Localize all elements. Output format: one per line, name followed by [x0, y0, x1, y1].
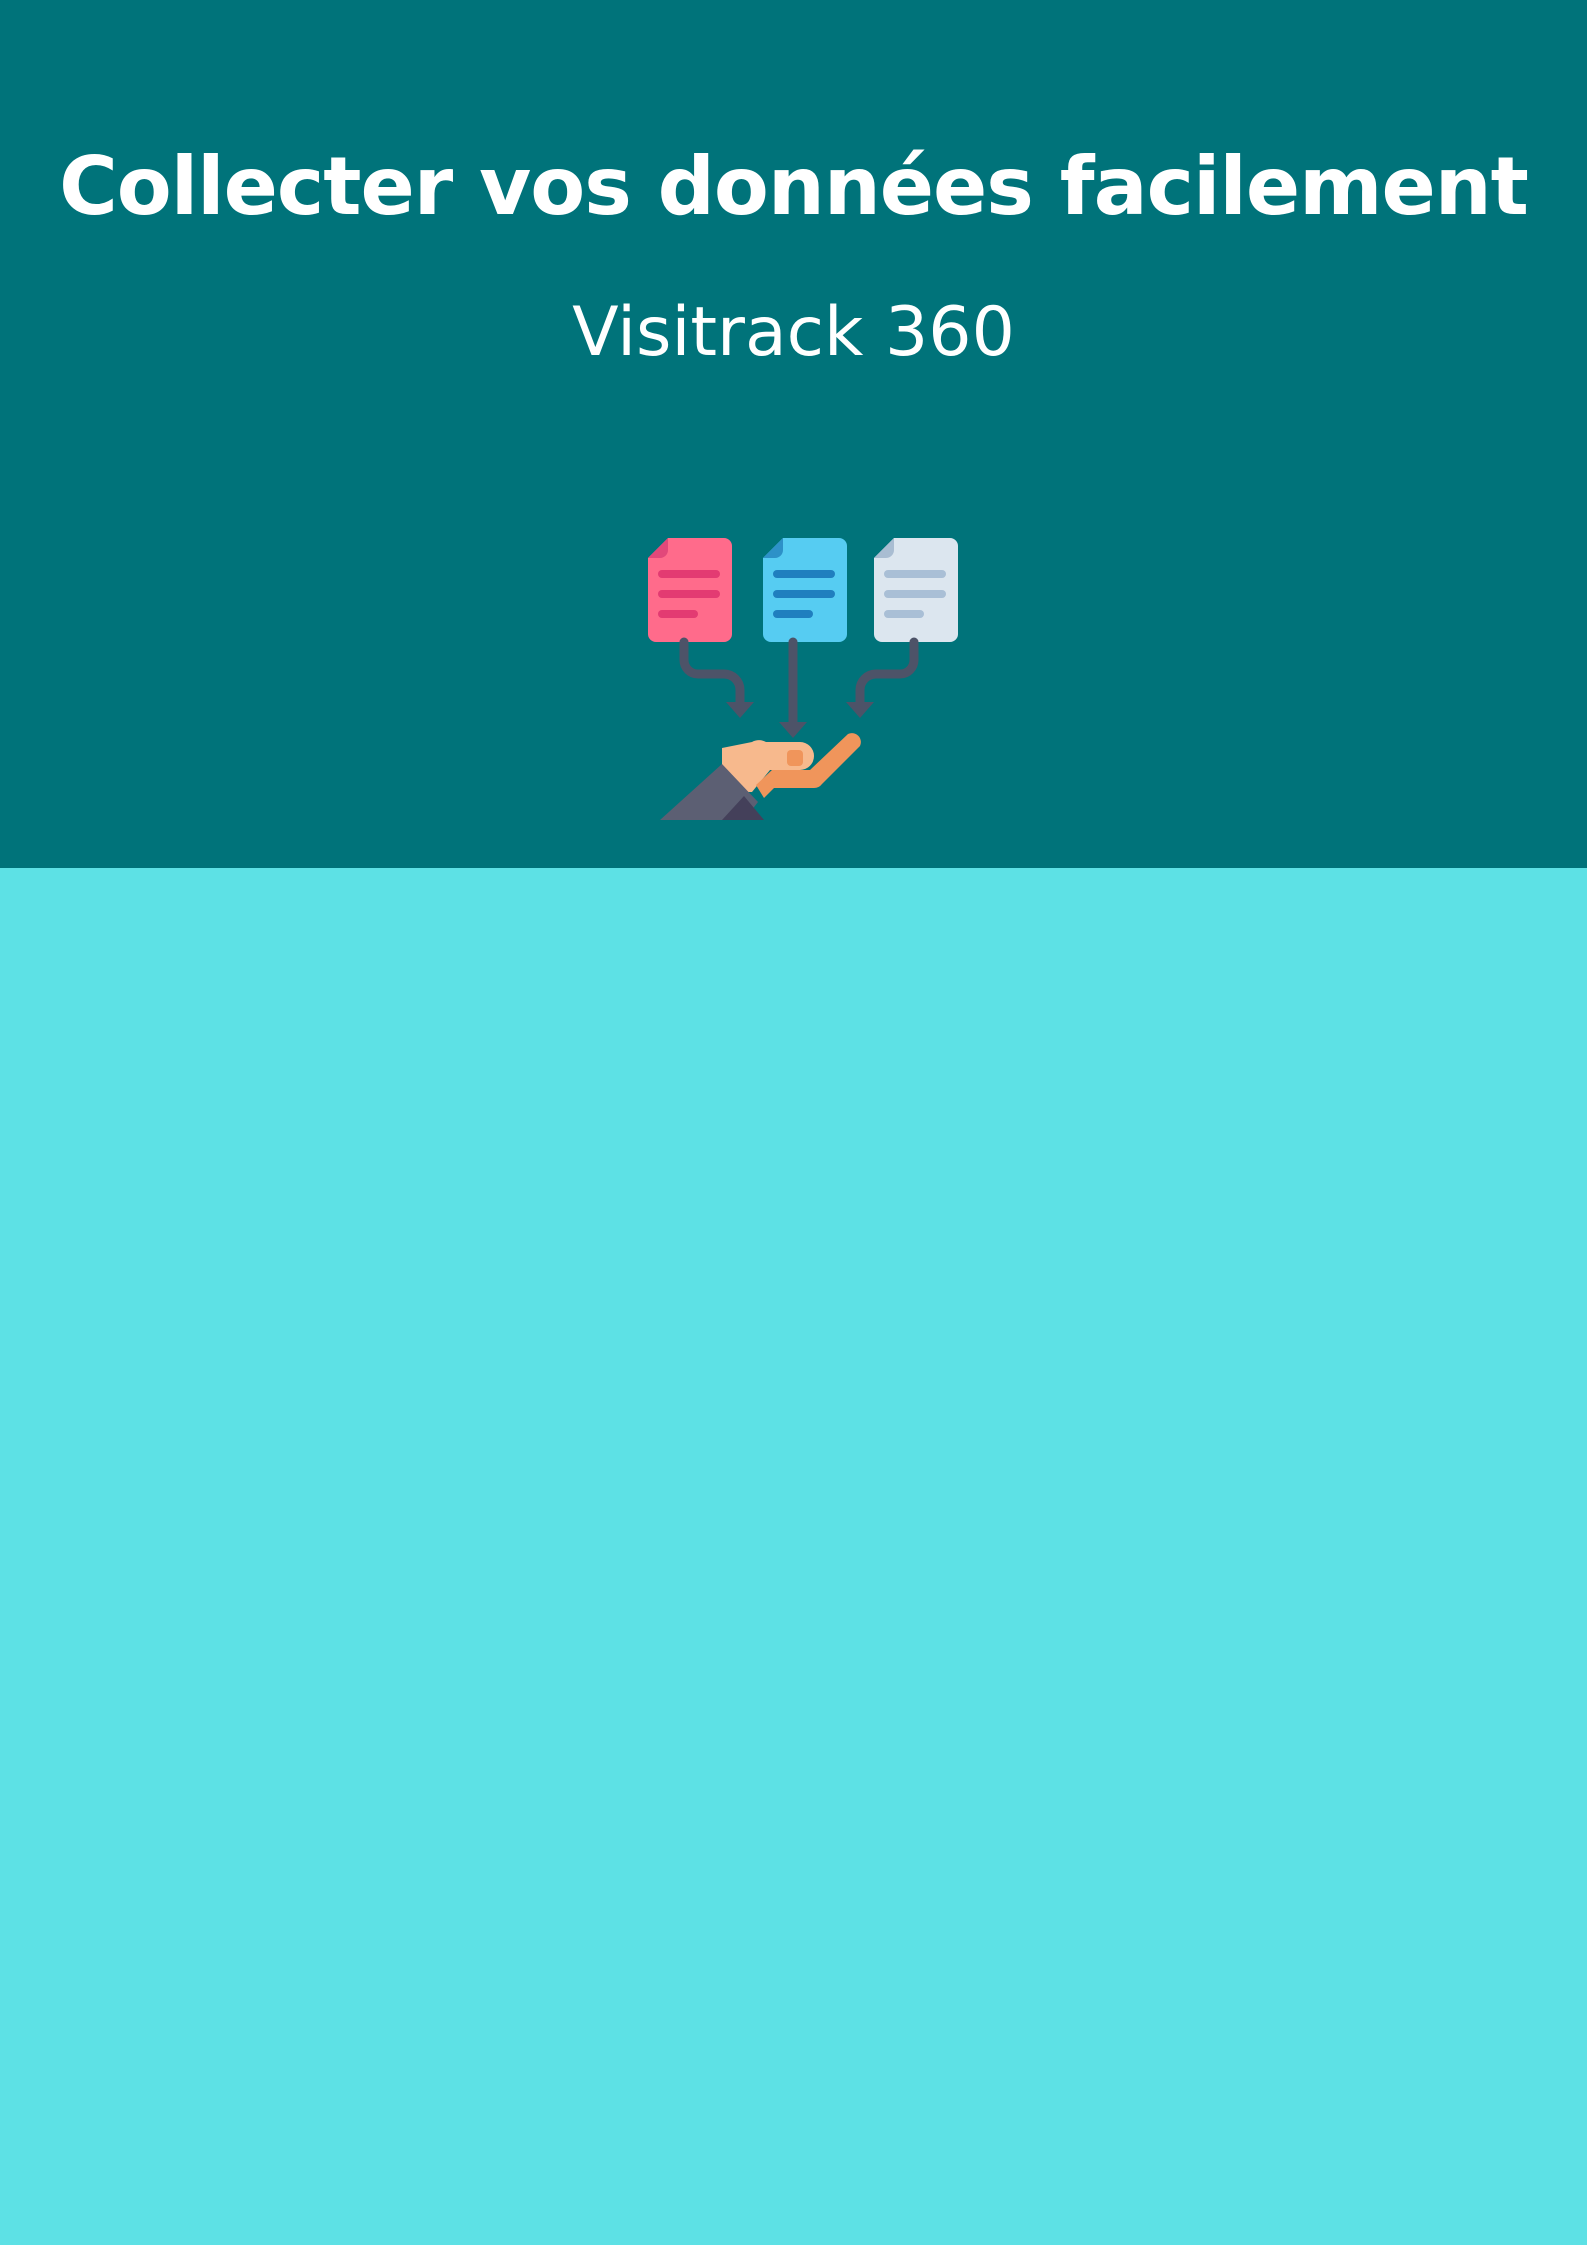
- data-collection-icon: [640, 530, 960, 830]
- blue-document-icon: [763, 538, 847, 642]
- hand-icon: [660, 733, 861, 820]
- lower-band: [0, 868, 1587, 2245]
- arrows: [679, 637, 919, 727]
- arrow-heads: [726, 702, 874, 738]
- pink-document-icon: [648, 538, 732, 642]
- document-page: Collecter vos données facilement Visitra…: [0, 0, 1587, 2245]
- data-collection-illustration: [648, 538, 958, 820]
- gray-document-icon: [874, 538, 958, 642]
- header-band: Collecter vos données facilement Visitra…: [0, 0, 1587, 868]
- page-subtitle: Visitrack 360: [572, 293, 1015, 372]
- page-title: Collecter vos données facilement: [59, 140, 1529, 233]
